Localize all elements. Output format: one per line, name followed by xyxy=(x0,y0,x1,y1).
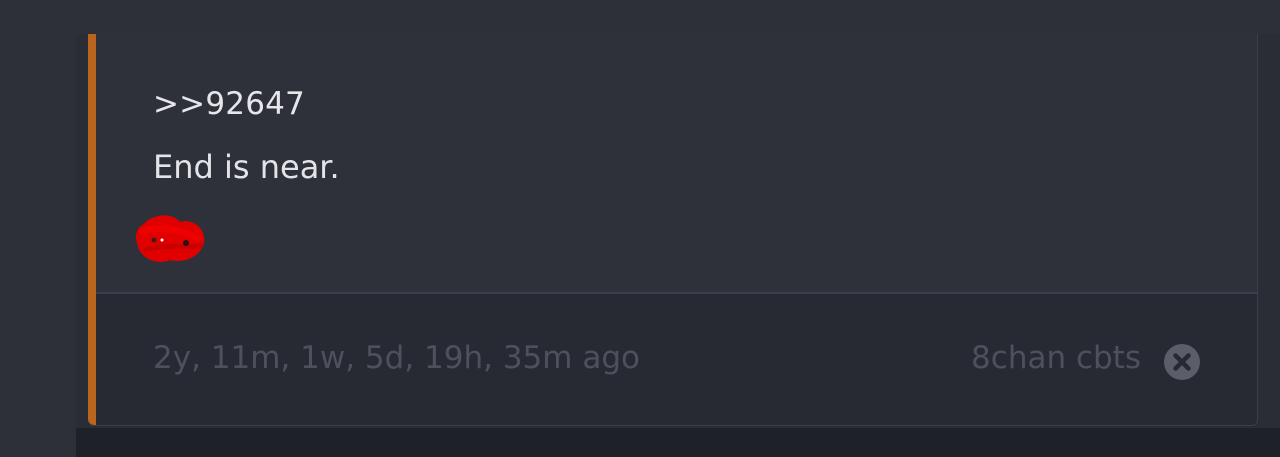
post-timestamp: 2y, 11m, 1w, 5d, 19h, 35m ago xyxy=(153,340,640,376)
close-circle-icon[interactable] xyxy=(1163,343,1201,381)
post-accent-bar xyxy=(88,34,96,425)
post-card: >>92647 End is near. 2y, 11m, 1w, 5d, 19… xyxy=(88,34,1258,426)
page-background-below xyxy=(76,428,1280,457)
red-scribble-mark xyxy=(136,215,205,263)
post-source[interactable]: 8chan cbts xyxy=(971,340,1141,376)
post-body: >>92647 End is near. xyxy=(96,34,1257,292)
post-message: End is near. xyxy=(153,148,340,186)
top-band xyxy=(0,0,1280,34)
post-footer: 2y, 11m, 1w, 5d, 19h, 35m ago 8chan cbts xyxy=(96,292,1257,425)
quote-link[interactable]: >>92647 xyxy=(153,86,305,122)
left-gutter xyxy=(0,0,76,457)
